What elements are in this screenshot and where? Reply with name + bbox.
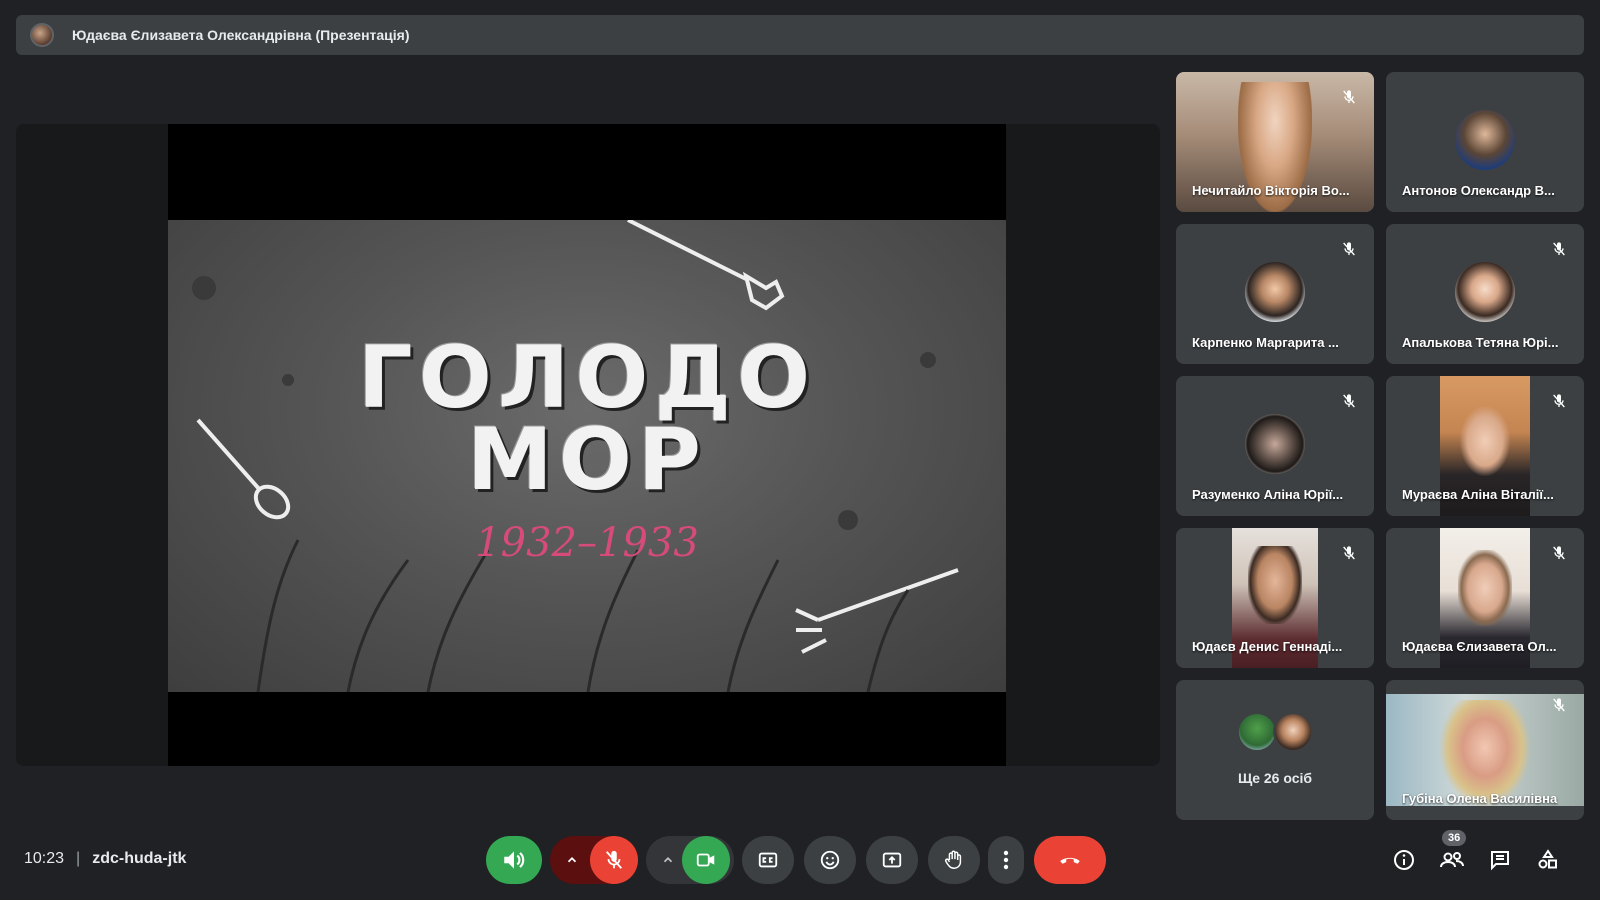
participant-name: Нечитайло Вікторія Во... (1192, 183, 1350, 198)
slide-image: ГОЛОДО МОР 1932–1933 (168, 220, 1006, 692)
participant-tile[interactable]: Юдаєв Денис Геннаді... (1176, 528, 1374, 668)
chevron-up-icon (663, 857, 673, 863)
participant-tile[interactable]: Антонов Олександр В... (1386, 72, 1584, 212)
speaker-button[interactable] (486, 836, 542, 884)
more-participants-avatars (1237, 712, 1313, 754)
mic-off-icon (1338, 390, 1360, 412)
chevron-up-icon (567, 857, 577, 863)
activities-icon (1538, 849, 1557, 869)
mic-off-icon (1338, 542, 1360, 564)
mic-toggle-button[interactable] (590, 836, 638, 884)
avatar (1455, 110, 1515, 170)
more-participants-label: Ще 26 осіб (1237, 770, 1313, 786)
more-participants-tile[interactable]: Ще 26 осіб (1176, 680, 1374, 820)
presenter-bar: Юдаєва Єлизавета Олександрівна (Презента… (16, 15, 1584, 55)
participant-tile[interactable]: Мураєва Аліна Віталії... (1386, 376, 1584, 516)
active-speaker-tile[interactable]: Губіна Олена Василівна (1386, 680, 1584, 820)
participant-name: Антонов Олександр В... (1402, 183, 1555, 198)
info-icon (1394, 850, 1414, 870)
more-options-button[interactable] (988, 836, 1024, 884)
mic-off-icon (1338, 238, 1360, 260)
presenter-label: Юдаєва Єлизавета Олександрівна (Презента… (72, 27, 410, 43)
slide-years: 1932–1933 (475, 520, 699, 566)
mic-options-button[interactable] (558, 836, 586, 884)
presentation-video: ГОЛОДО МОР 1932–1933 (168, 124, 1006, 766)
mic-off-icon (1548, 390, 1570, 412)
participant-name: Юдаєв Денис Геннаді... (1192, 639, 1343, 654)
mic-off-icon (605, 850, 623, 869)
captions-button[interactable] (742, 836, 794, 884)
camera-toggle-button[interactable] (682, 836, 730, 884)
presenter-avatar (30, 23, 54, 47)
raise-hand-button[interactable] (928, 836, 980, 884)
participant-name: Карпенко Маргарита ... (1192, 335, 1339, 350)
people-count-badge: 36 (1442, 830, 1467, 846)
camera-options-button[interactable] (654, 836, 682, 884)
hand-icon (945, 850, 962, 869)
participant-name: Мураєва Аліна Віталії... (1402, 487, 1554, 502)
present-button[interactable] (866, 836, 918, 884)
meeting-separator: | (76, 850, 81, 867)
participant-face (1458, 550, 1512, 626)
camera-button-group (646, 836, 734, 884)
avatar (1273, 712, 1313, 752)
avatar (1237, 712, 1277, 752)
reactions-button[interactable] (804, 836, 856, 884)
mic-off-icon (1548, 542, 1570, 564)
chat-button[interactable] (1476, 836, 1524, 884)
avatar (1245, 262, 1305, 322)
leave-call-button[interactable] (1034, 836, 1106, 884)
chat-icon (1491, 851, 1509, 871)
meeting-details-button[interactable] (1380, 836, 1428, 884)
mic-off-icon (1338, 86, 1360, 108)
people-icon (1440, 852, 1464, 868)
avatar (1245, 414, 1305, 474)
participant-name: Юдаєва Єлизавета Ол... (1402, 639, 1557, 654)
people-button[interactable]: 36 (1428, 830, 1476, 884)
participant-tile[interactable]: Карпенко Маргарита ... (1176, 224, 1374, 364)
presentation-stage[interactable]: ГОЛОДО МОР 1932–1933 (16, 124, 1160, 766)
participant-tile[interactable]: Юдаєва Єлизавета Ол... (1386, 528, 1584, 668)
participant-name: Апалькова Тетяна Юрі... (1402, 335, 1559, 350)
captions-icon (758, 852, 778, 868)
present-icon (882, 852, 902, 868)
mic-off-icon (1548, 238, 1570, 260)
participant-face (1248, 546, 1302, 624)
participant-tile[interactable]: Апалькова Тетяна Юрі... (1386, 224, 1584, 364)
meeting-code: zdc-huda-jtk (92, 850, 187, 867)
more-vert-icon (1003, 850, 1009, 870)
participant-name: Разуменко Аліна Юрії... (1192, 487, 1344, 502)
side-panel-controls: 36 (1380, 830, 1600, 884)
participant-face (1460, 406, 1510, 476)
camera-icon (696, 853, 715, 867)
speaker-icon (504, 851, 525, 869)
slide-title-line-2: МОР (467, 410, 707, 510)
participant-tile[interactable]: Разуменко Аліна Юрії... (1176, 376, 1374, 516)
activities-button[interactable] (1524, 836, 1572, 884)
avatar (1455, 262, 1515, 322)
meeting-time: 10:23 (24, 850, 65, 867)
hangup-icon (1060, 857, 1080, 864)
emoji-icon (820, 850, 840, 870)
participant-tile[interactable]: Нечитайло Вікторія Во... (1176, 72, 1374, 212)
mic-button-group (550, 836, 638, 884)
participant-name: Губіна Олена Василівна (1402, 791, 1558, 806)
mic-off-icon (1548, 694, 1570, 716)
meeting-info: 10:23 | zdc-huda-jtk (24, 850, 186, 868)
